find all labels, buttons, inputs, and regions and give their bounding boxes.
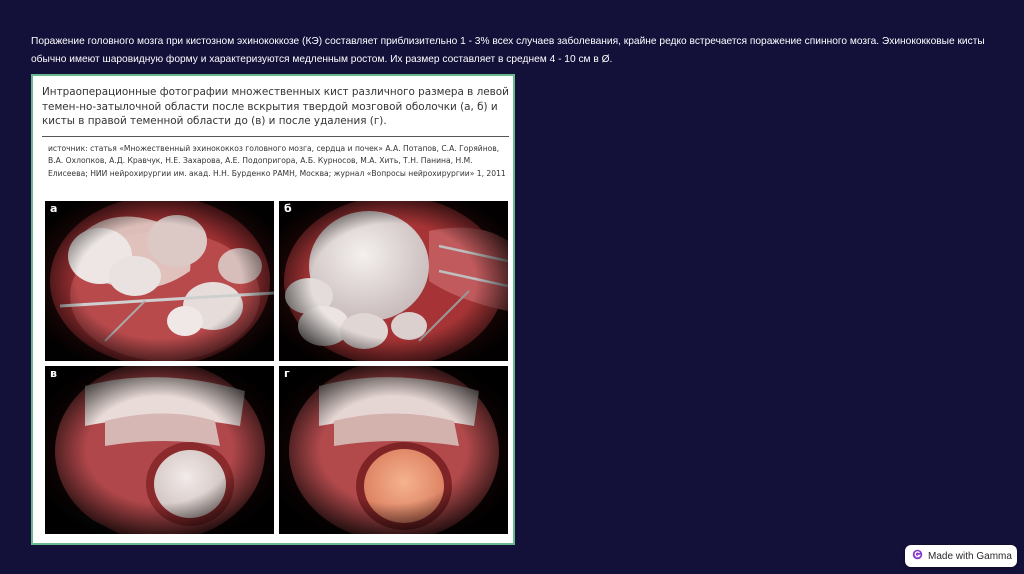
figure-caption: Интраоперационные фотографии множественн… <box>42 86 509 127</box>
photo-a: а <box>45 201 274 361</box>
photo-b: б <box>279 201 508 361</box>
gamma-logo-icon <box>912 547 923 565</box>
gamma-badge-label: Made with Gamma <box>928 550 1012 562</box>
photo-v: в <box>45 366 274 534</box>
photo-label-a: а <box>50 202 58 215</box>
made-with-gamma-badge[interactable]: Made with Gamma <box>905 545 1017 567</box>
photo-g: г <box>279 366 508 534</box>
figure-card: Интраоперационные фотографии множественн… <box>31 74 515 545</box>
figure-divider <box>42 136 509 137</box>
slide-intro-text: Поражение головного мозга при кистозном … <box>31 36 985 65</box>
photo-label-b: б <box>284 202 292 215</box>
photo-label-v: в <box>50 367 57 380</box>
photo-label-g: г <box>284 367 290 380</box>
figure-source: источник: статья «Множественный эхинокок… <box>48 144 506 178</box>
